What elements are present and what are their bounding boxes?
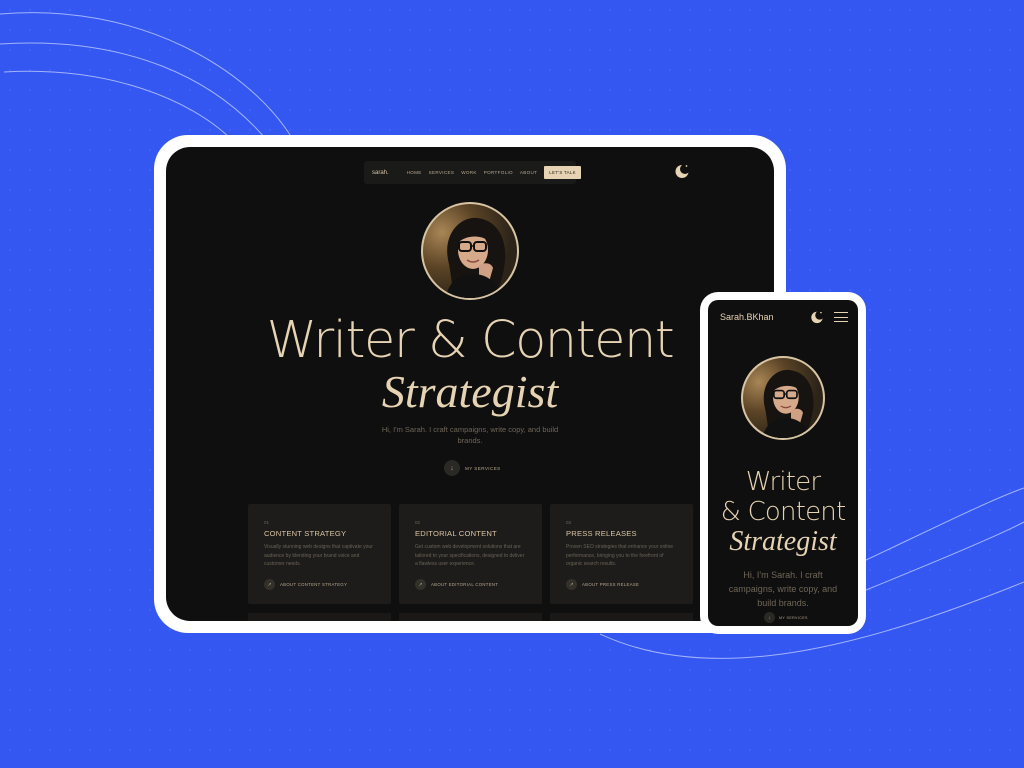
nav-link-home[interactable]: HOME xyxy=(407,170,422,175)
phone-brand-logo[interactable]: Sarah.BKhan xyxy=(720,312,774,322)
card-link-press-release[interactable]: ↗ ABOUT PRESS RELEASE xyxy=(566,579,677,590)
hero-title-line2: Strategist xyxy=(381,366,559,417)
service-card-editorial-content: 02 EDITORIAL CONTENT Get custom web deve… xyxy=(399,504,542,604)
lets-talk-button[interactable]: LET'S TALK xyxy=(544,166,581,179)
portrait-illustration xyxy=(762,369,814,438)
service-card-content-strategy: 01 CONTENT STRATEGY Visually stunning we… xyxy=(248,504,391,604)
nav-link-work[interactable]: WORK xyxy=(461,170,477,175)
tablet-device-frame: sarah. HOME SERVICES WORK PORTFOLIO ABOU… xyxy=(154,135,786,633)
hamburger-menu-icon[interactable] xyxy=(834,312,848,323)
hero-title-line1: Writer & Content xyxy=(266,311,675,370)
profile-avatar xyxy=(421,202,519,300)
profile-avatar xyxy=(741,356,825,440)
arrow-up-right-icon[interactable]: ↗ xyxy=(566,579,577,590)
tablet-screen: sarah. HOME SERVICES WORK PORTFOLIO ABOU… xyxy=(166,147,774,621)
moon-icon[interactable] xyxy=(810,310,824,324)
arrow-down-icon[interactable]: ↓ xyxy=(764,612,775,623)
card-title: PRESS RELEASES xyxy=(566,529,637,538)
my-services-button[interactable]: ↓ MY SERVICES xyxy=(764,612,808,623)
card-title: EDITORIAL CONTENT xyxy=(415,529,497,538)
my-services-label[interactable]: MY SERVICES xyxy=(779,616,808,620)
card-link-label[interactable]: ABOUT EDITORIAL CONTENT xyxy=(431,582,498,587)
arrow-up-right-icon[interactable]: ↗ xyxy=(415,579,426,590)
arrow-down-icon[interactable]: ↓ xyxy=(444,460,460,476)
nav-brand-logo[interactable]: sarah. xyxy=(372,170,389,176)
card-number: 02 xyxy=(415,520,421,525)
card-title: CONTENT STRATEGY xyxy=(264,529,347,538)
phone-screen: Sarah.BKhan Writer & Content Strategist … xyxy=(708,300,858,626)
nav-link-about[interactable]: ABOUT xyxy=(520,170,537,175)
hero-title-line1: Writer xyxy=(745,467,821,497)
portrait-illustration xyxy=(445,217,506,298)
hero-title-line3: Strategist xyxy=(729,526,837,557)
hero-title-line2: & Content xyxy=(720,497,847,527)
phone-device-frame: Sarah.BKhan Writer & Content Strategist … xyxy=(700,292,866,634)
my-services-button[interactable]: ↓ MY SERVICES xyxy=(444,460,501,476)
service-card-press-releases: 03 PRESS RELEASES Proven SEO strategies … xyxy=(550,504,693,604)
top-navbar: sarah. HOME SERVICES WORK PORTFOLIO ABOU… xyxy=(364,161,581,184)
arrow-up-right-icon[interactable]: ↗ xyxy=(264,579,275,590)
card-description: Visually stunning web designs that capti… xyxy=(264,544,373,568)
next-card-row xyxy=(248,613,391,621)
next-card-row xyxy=(550,613,693,621)
card-link-content-strategy[interactable]: ↗ ABOUT CONTENT STRATEGY xyxy=(264,579,375,590)
card-description: Get custom web development solutions tha… xyxy=(415,544,525,568)
card-number: 03 xyxy=(566,520,572,525)
nav-link-portfolio[interactable]: PORTFOLIO xyxy=(484,170,513,175)
card-link-editorial-content[interactable]: ↗ ABOUT EDITORIAL CONTENT xyxy=(415,579,526,590)
hero-subtitle: Hi, I'm Sarah. I craft campaigns, write … xyxy=(728,570,838,608)
next-card-row xyxy=(399,613,542,621)
nav-link-services[interactable]: SERVICES xyxy=(429,170,455,175)
card-link-label[interactable]: ABOUT PRESS RELEASE xyxy=(582,582,639,587)
hero-subtitle: Hi, I'm Sarah. I craft campaigns, write … xyxy=(381,425,559,445)
card-description: Proven SEO strategies that enhance your … xyxy=(566,544,674,568)
card-link-label[interactable]: ABOUT CONTENT STRATEGY xyxy=(280,582,347,587)
moon-icon[interactable] xyxy=(674,163,690,179)
card-number: 01 xyxy=(264,520,270,525)
my-services-label[interactable]: MY SERVICES xyxy=(465,466,501,471)
